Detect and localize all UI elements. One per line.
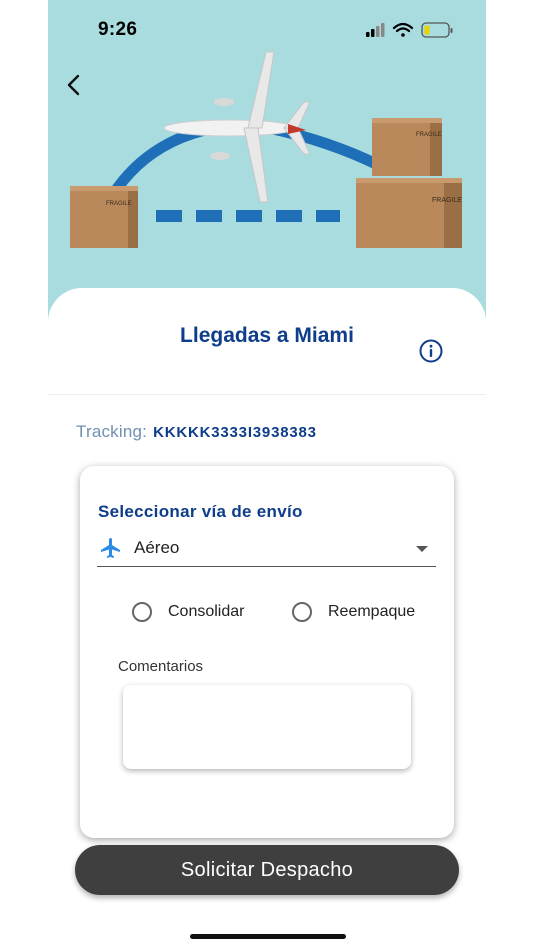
shipping-method-select[interactable]: Aéreo xyxy=(97,530,436,567)
header-divider xyxy=(48,394,486,395)
status-icons xyxy=(366,20,456,40)
airplane-icon xyxy=(101,538,120,558)
app-screen: FRAGILE FRAGILE FRAGILE 9:26 Llegadas a … xyxy=(48,0,486,950)
svg-text:FRAGILE: FRAGILE xyxy=(106,201,132,207)
tracking-number: KKKKK3333I3938383 xyxy=(153,424,317,441)
content-card: Llegadas a Miami Tracking: KKKKK3333I3938… xyxy=(48,288,486,950)
wifi-icon xyxy=(392,22,414,37)
cellular-signal-icon xyxy=(366,23,385,37)
status-time: 9:26 xyxy=(98,19,138,40)
shipping-method-value: Aéreo xyxy=(134,538,180,557)
info-button[interactable] xyxy=(418,338,444,364)
home-indicator xyxy=(190,934,346,939)
radio-circle-icon xyxy=(132,602,152,622)
info-icon xyxy=(419,339,443,363)
comments-label: Comentarios xyxy=(118,658,204,675)
tracking-label: Tracking: xyxy=(76,422,148,441)
chevron-left-icon xyxy=(67,74,80,96)
radio-label-consolidar: Consolidar xyxy=(168,603,245,620)
back-button[interactable] xyxy=(60,68,92,102)
battery-icon xyxy=(421,22,453,38)
radio-label-reempaque: Reempaque xyxy=(328,603,416,620)
shipping-method-label: Seleccionar vía de envío xyxy=(98,502,303,521)
tracking-info: Tracking: KKKKK3333I3938383 xyxy=(76,422,317,442)
svg-text:FRAGILE: FRAGILE xyxy=(416,132,442,138)
hero-banner: FRAGILE FRAGILE FRAGILE 9:26 xyxy=(48,0,486,330)
status-bar: 9:26 xyxy=(48,0,486,60)
request-dispatch-button[interactable]: Solicitar Despacho xyxy=(75,845,459,895)
radio-circle-icon xyxy=(292,602,312,622)
svg-text:FRAGILE: FRAGILE xyxy=(432,197,462,204)
shipping-form: Seleccionar vía de envío Aéreo Consolida… xyxy=(80,466,454,838)
comments-field[interactable] xyxy=(123,685,411,769)
chevron-down-icon xyxy=(416,546,428,552)
